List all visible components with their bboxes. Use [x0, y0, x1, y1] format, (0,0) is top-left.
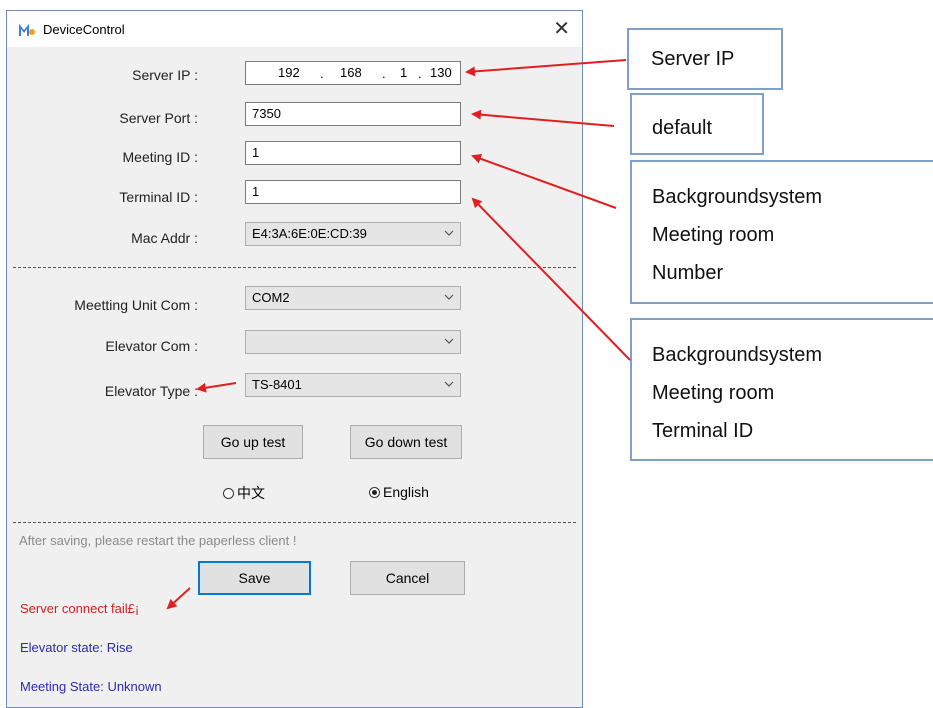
- elevator-type-select[interactable]: TS-8401: [245, 373, 461, 397]
- callout-meeting-room-number: Backgroundsystem Meeting room Number: [630, 160, 933, 304]
- radio-english[interactable]: English: [369, 484, 429, 500]
- callout-text: Server IP: [651, 48, 735, 70]
- radio-chinese-label: 中文: [237, 485, 265, 501]
- callout-line-2: Meeting room: [652, 382, 775, 404]
- callout-terminal-id: Backgroundsystem Meeting room Terminal I…: [630, 318, 933, 461]
- chevron-down-icon: [444, 338, 454, 344]
- close-icon[interactable]: ✕: [553, 16, 570, 41]
- server-ip-input[interactable]: 192 . 168 . 1 . 130: [245, 61, 461, 85]
- go-down-test-button[interactable]: Go down test: [350, 425, 462, 459]
- radio-chinese[interactable]: 中文: [223, 483, 265, 503]
- meeting-status: Meeting State: Unknown: [20, 679, 162, 694]
- terminal-id-label: Terminal ID :: [119, 189, 198, 205]
- elevator-type-value: TS-8401: [252, 377, 302, 392]
- terminal-id-input[interactable]: 1: [245, 180, 461, 204]
- callout-server-ip: Server IP: [627, 28, 783, 90]
- divider: [13, 267, 576, 268]
- radio-english-label: English: [383, 484, 429, 500]
- cancel-button[interactable]: Cancel: [350, 561, 465, 595]
- mac-addr-select[interactable]: E4:3A:6E:0E:CD:39: [245, 222, 461, 246]
- unit-com-select[interactable]: COM2: [245, 286, 461, 310]
- meeting-id-label: Meeting ID :: [122, 149, 198, 165]
- chevron-down-icon: [444, 294, 454, 300]
- chevron-down-icon: [444, 381, 454, 387]
- app-logo-icon: [19, 24, 35, 36]
- radio-selected-icon: [369, 486, 380, 498]
- ip-dot: .: [382, 66, 386, 81]
- window-title: DeviceControl: [43, 22, 125, 37]
- ip-octet-2: 168: [340, 65, 362, 80]
- callout-line-3: Number: [652, 262, 724, 284]
- callout-line-1: Backgroundsystem: [652, 186, 823, 208]
- server-status: Server connect fail£¡: [20, 601, 140, 616]
- mac-addr-label: Mac Addr :: [131, 230, 198, 246]
- elevator-type-label: Elevator Type :: [104, 383, 198, 399]
- elevator-status: Elevator state: Rise: [20, 640, 133, 655]
- ip-octet-4: 130: [430, 65, 452, 80]
- callout-line-1: Backgroundsystem: [652, 344, 823, 366]
- radio-circle-icon: [223, 487, 234, 499]
- unit-com-label: Meetting Unit Com :: [74, 297, 198, 313]
- callout-text: default: [652, 117, 713, 139]
- meeting-id-input[interactable]: 1: [245, 141, 461, 165]
- title-bar: DeviceControl ✕: [7, 11, 582, 47]
- chevron-down-icon: [444, 230, 454, 236]
- mac-addr-value: E4:3A:6E:0E:CD:39: [252, 226, 367, 241]
- elevator-com-label: Elevator Com :: [105, 338, 198, 354]
- ip-octet-1: 192: [278, 65, 300, 80]
- ip-octet-3: 1: [400, 65, 408, 80]
- elevator-com-select[interactable]: [245, 330, 461, 354]
- ip-dot: .: [418, 66, 422, 81]
- unit-com-value: COM2: [252, 290, 290, 305]
- restart-hint: After saving, please restart the paperle…: [19, 533, 297, 548]
- callout-default: default: [630, 93, 764, 155]
- server-port-input[interactable]: 7350: [245, 102, 461, 126]
- go-up-test-button[interactable]: Go up test: [203, 425, 303, 459]
- device-control-dialog: DeviceControl ✕ Server IP : 192 . 168 . …: [6, 10, 583, 708]
- save-button[interactable]: Save: [198, 561, 311, 595]
- callout-line-3: Terminal ID: [652, 420, 754, 442]
- divider: [13, 522, 576, 523]
- callout-line-2: Meeting room: [652, 224, 775, 246]
- server-ip-label: Server IP :: [132, 67, 198, 83]
- ip-dot: .: [320, 66, 324, 81]
- server-port-label: Server Port :: [119, 110, 198, 126]
